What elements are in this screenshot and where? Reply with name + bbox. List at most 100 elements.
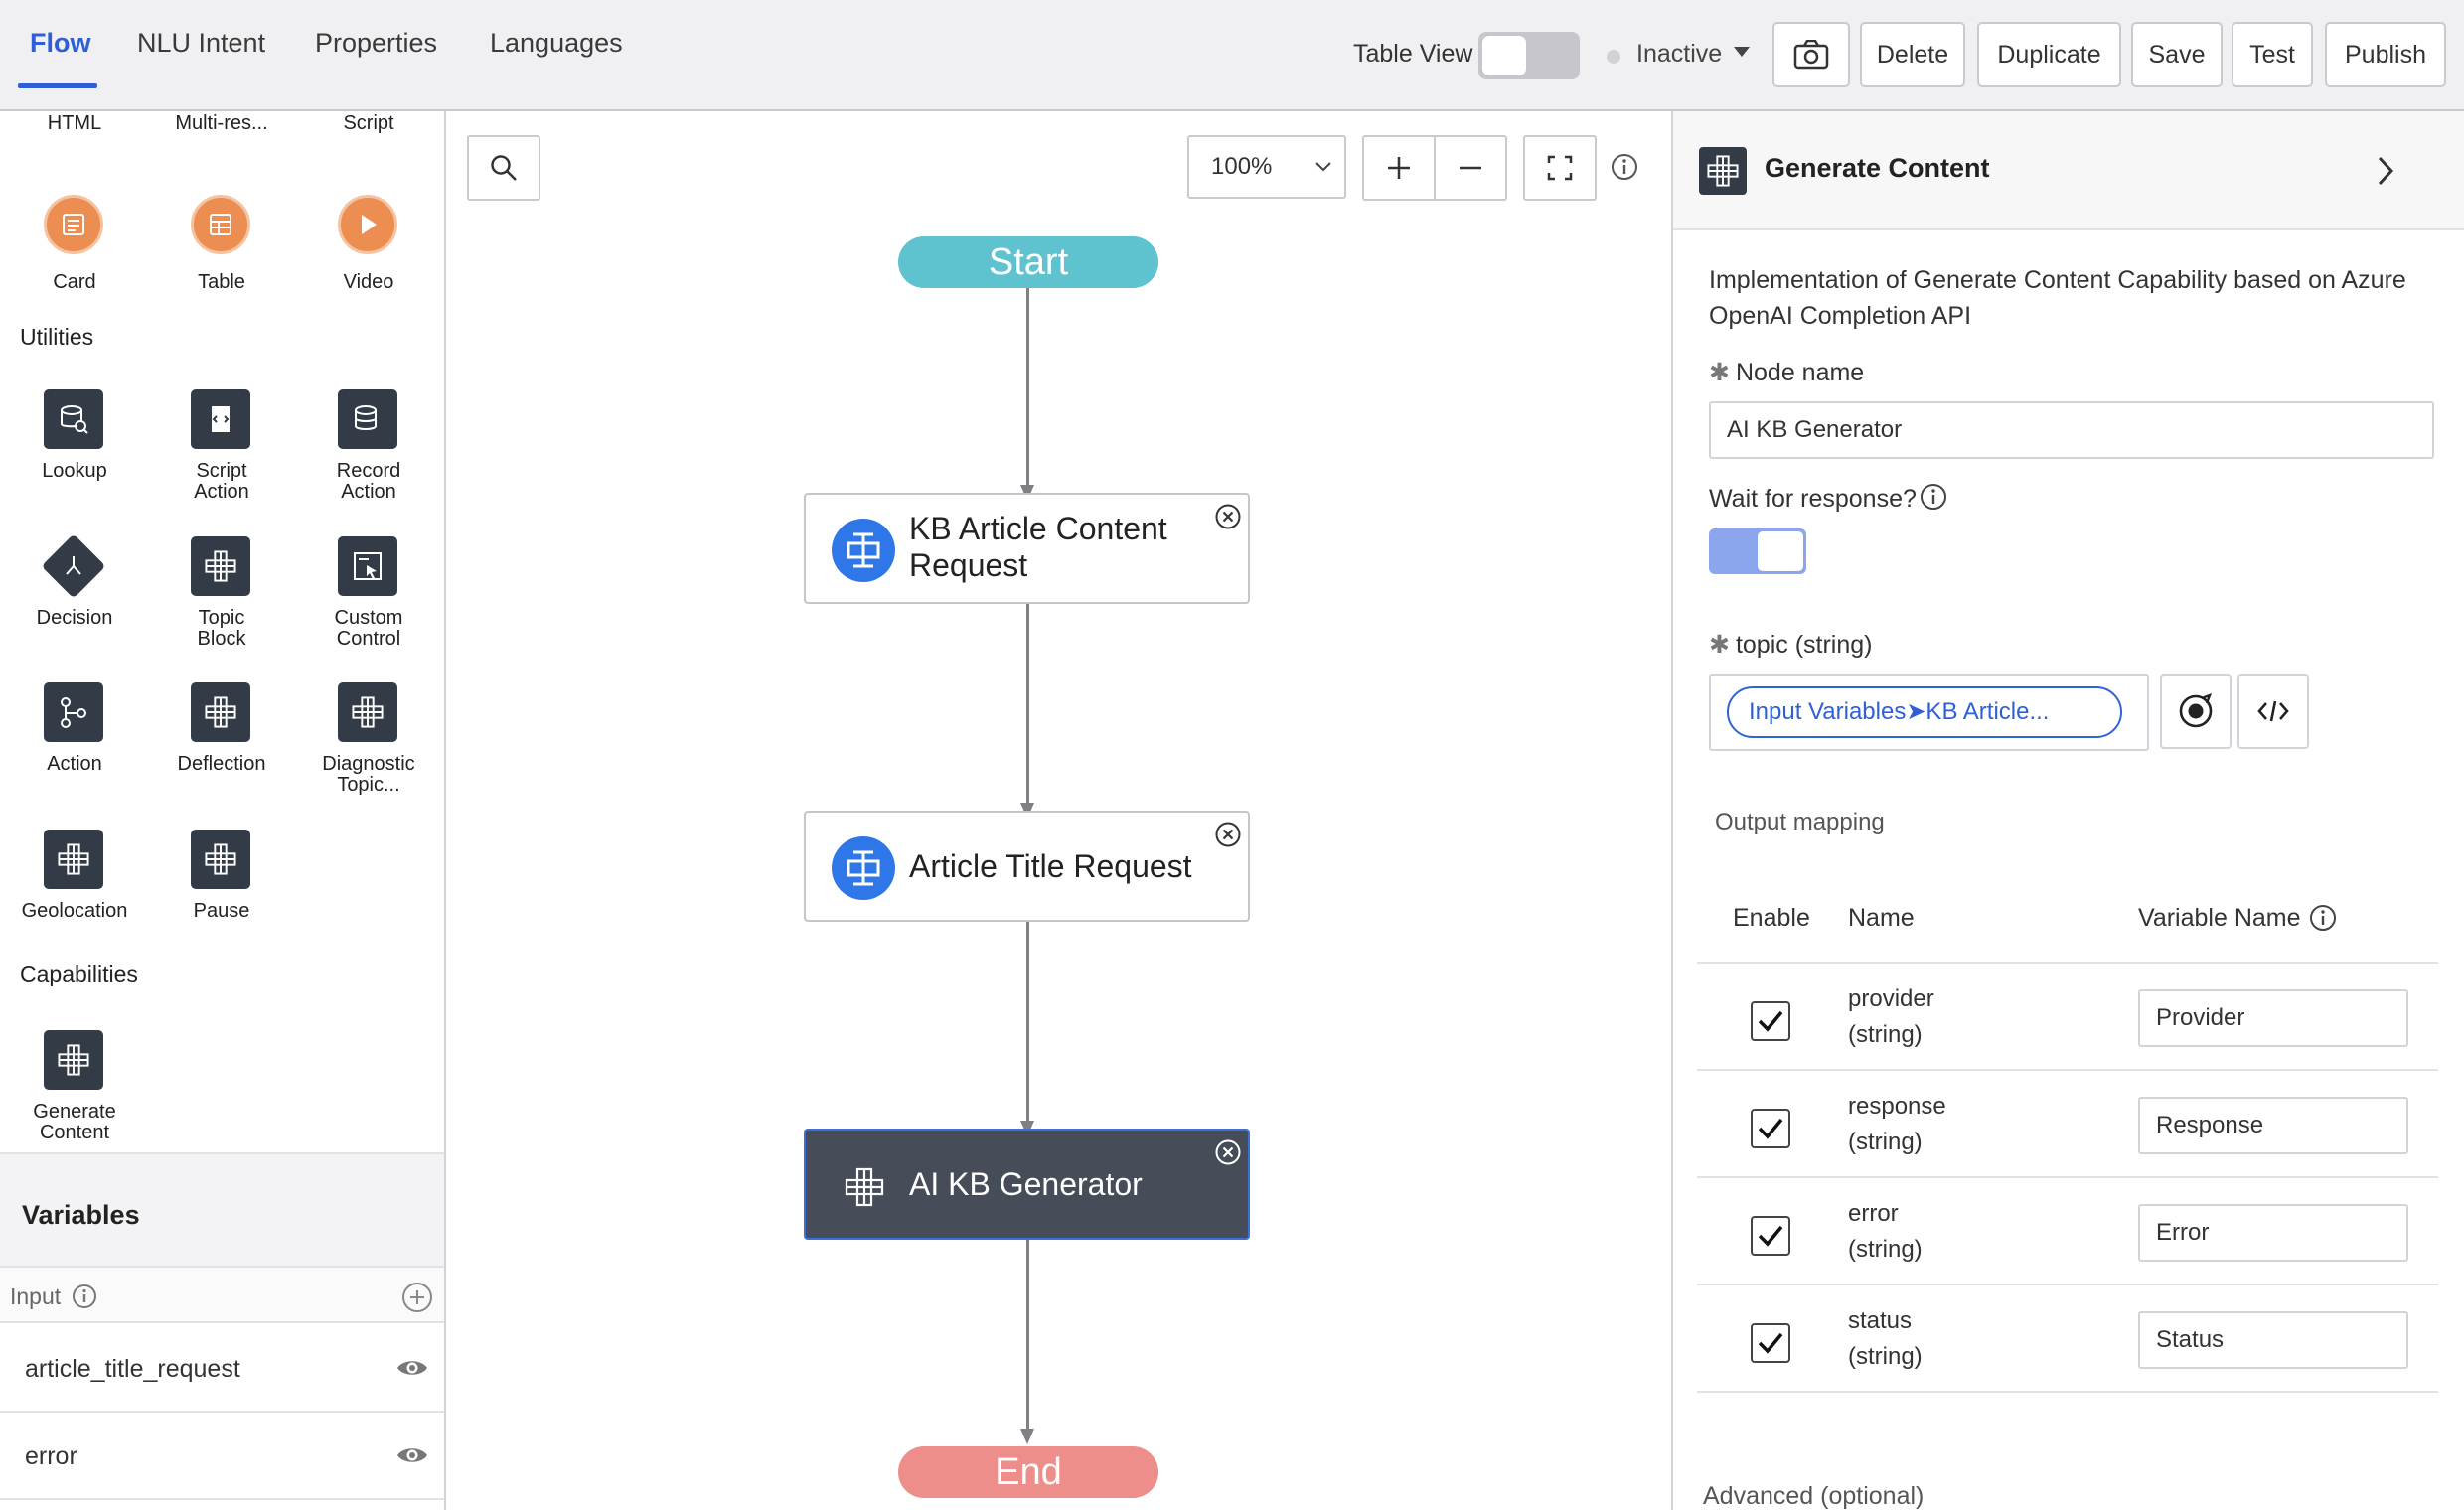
output-field-name: response — [1848, 1093, 1946, 1120]
record-action-icon — [338, 389, 397, 449]
palette-item-script-action[interactable]: Script Action — [147, 389, 296, 503]
publish-button[interactable]: Publish — [2325, 22, 2446, 87]
palette-item-decision[interactable]: Decision — [0, 533, 149, 646]
custom-control-icon — [338, 536, 397, 596]
variable-name-field[interactable]: Status — [2138, 1311, 2408, 1369]
palette-item-label: Record Action — [336, 460, 401, 503]
palette-item-video[interactable]: Video — [294, 195, 443, 294]
palette-item-lookup[interactable]: Lookup — [0, 389, 149, 499]
palette-item-topic-block[interactable]: Topic Block — [147, 536, 296, 650]
variable-row[interactable]: error — [0, 1413, 444, 1500]
flow-node-kb-article-content-request[interactable]: KB Article Content Request — [804, 493, 1250, 604]
palette-item-html[interactable]: HTML — [0, 113, 149, 134]
topic-value-field[interactable]: Input Variables➤KB Article... — [1709, 674, 2149, 751]
minus-icon — [1460, 166, 1481, 170]
test-button[interactable]: Test — [2232, 22, 2313, 87]
toggle-knob — [1758, 531, 1803, 571]
connector-line — [1026, 288, 1029, 487]
add-variable-icon[interactable] — [401, 1282, 433, 1313]
palette-item-label: Decision — [36, 607, 113, 629]
save-button[interactable]: Save — [2131, 22, 2223, 87]
tab-nlu-intent[interactable]: NLU Intent — [137, 28, 265, 59]
screenshot-button[interactable] — [1772, 22, 1850, 87]
info-icon[interactable] — [1920, 483, 1947, 511]
palette-item-pause[interactable]: Pause — [147, 830, 296, 939]
status-dropdown-label[interactable]: Inactive — [1636, 40, 1722, 69]
input-variables-row: Input — [0, 1268, 444, 1323]
palette-item-label: Geolocation — [21, 900, 128, 922]
capability-description: Implementation of Generate Content Capab… — [1709, 266, 2406, 330]
palette-item-diagnostic-topic[interactable]: Diagnostic Topic... — [294, 682, 443, 796]
enable-checkbox[interactable] — [1751, 1216, 1790, 1256]
tab-languages[interactable]: Languages — [490, 28, 623, 59]
palette-item-generate-content[interactable]: Generate Content — [0, 1030, 149, 1143]
topic-variable-chip[interactable]: Input Variables➤KB Article... — [1727, 686, 2122, 738]
duplicate-button[interactable]: Duplicate — [1977, 22, 2121, 87]
variable-name-field[interactable]: Error — [2138, 1204, 2408, 1262]
palette-item-label: Deflection — [177, 753, 266, 775]
variable-picker-button[interactable] — [2160, 674, 2232, 749]
palette-item-table[interactable]: Table — [147, 195, 296, 294]
palette-item-custom-control[interactable]: Custom Control — [294, 536, 443, 650]
eye-icon[interactable] — [395, 1357, 429, 1379]
required-asterisk-icon: ✱ — [1709, 631, 1730, 659]
eye-icon[interactable] — [395, 1444, 429, 1466]
start-node[interactable]: Start — [898, 236, 1158, 288]
delete-button[interactable]: Delete — [1860, 22, 1965, 87]
variable-name-field[interactable]: Response — [2138, 1097, 2408, 1154]
table-view-label: Table View — [1353, 40, 1473, 68]
fit-to-screen-button[interactable] — [1523, 135, 1597, 201]
column-header-variable-name: Variable Name — [2138, 904, 2301, 932]
checkmark-icon — [1758, 1118, 1783, 1139]
chevron-right-icon[interactable] — [2375, 155, 2396, 187]
flow-canvas[interactable]: 100% Start KB Article Content Request Ar — [448, 111, 1671, 1510]
diagnostic-topic-icon — [338, 682, 397, 742]
end-node[interactable]: End — [898, 1446, 1158, 1498]
info-icon[interactable] — [1611, 153, 1638, 181]
play-icon — [338, 195, 397, 254]
zoom-in-button[interactable] — [1362, 135, 1436, 201]
action-icon — [44, 682, 103, 742]
info-icon[interactable] — [2309, 904, 2337, 932]
remove-node-icon[interactable] — [1214, 821, 1242, 848]
zoom-out-button[interactable] — [1434, 135, 1507, 201]
canvas-search-button[interactable] — [467, 135, 540, 201]
palette-item-deflection[interactable]: Deflection — [147, 682, 296, 792]
remove-node-icon[interactable] — [1214, 503, 1242, 530]
properties-title: Generate Content — [1765, 153, 1990, 183]
enable-checkbox[interactable] — [1751, 1109, 1790, 1148]
node-name-field[interactable]: AI KB Generator — [1709, 401, 2434, 459]
output-field-type: (string) — [1848, 1236, 1923, 1263]
flow-node-ai-kb-generator[interactable]: AI KB Generator — [804, 1129, 1250, 1240]
connector-line — [1026, 922, 1029, 1123]
variable-row[interactable]: article_title_request — [0, 1325, 444, 1413]
zoom-select[interactable]: 100% — [1187, 135, 1346, 199]
output-mapping-row: error (string) Error — [1673, 1178, 2464, 1285]
palette-item-script[interactable]: Script — [294, 113, 443, 134]
palette-item-geolocation[interactable]: Geolocation — [0, 830, 149, 939]
output-name: error (string) — [1848, 1196, 1923, 1268]
tab-properties[interactable]: Properties — [315, 28, 437, 59]
flow-node-article-title-request[interactable]: Article Title Request — [804, 811, 1250, 922]
output-field-type: (string) — [1848, 1129, 1923, 1155]
connector-line — [1026, 604, 1029, 805]
tab-flow[interactable]: Flow — [30, 28, 91, 59]
topic-block-icon — [191, 536, 250, 596]
camera-icon — [1793, 40, 1829, 70]
table-view-toggle[interactable] — [1478, 32, 1580, 79]
remove-node-icon[interactable] — [1214, 1138, 1242, 1166]
enable-checkbox[interactable] — [1751, 1323, 1790, 1363]
palette-item-label: Lookup — [42, 460, 107, 482]
palette-item-record-action[interactable]: Record Action — [294, 389, 443, 503]
palette-item-action[interactable]: Action — [0, 682, 149, 792]
info-icon[interactable] — [72, 1284, 97, 1309]
output-name: status (string) — [1848, 1303, 1923, 1375]
enable-checkbox[interactable] — [1751, 1001, 1790, 1041]
wait-for-response-toggle[interactable] — [1709, 528, 1806, 574]
palette-item-multi-response[interactable]: Multi-res... — [147, 113, 296, 134]
palette-item-card[interactable]: Card — [0, 195, 149, 294]
advanced-section-label[interactable]: Advanced (optional) — [1703, 1482, 1924, 1510]
caret-down-icon[interactable] — [1734, 47, 1750, 57]
variable-name-field[interactable]: Provider — [2138, 989, 2408, 1047]
script-editor-button[interactable] — [2237, 674, 2309, 749]
